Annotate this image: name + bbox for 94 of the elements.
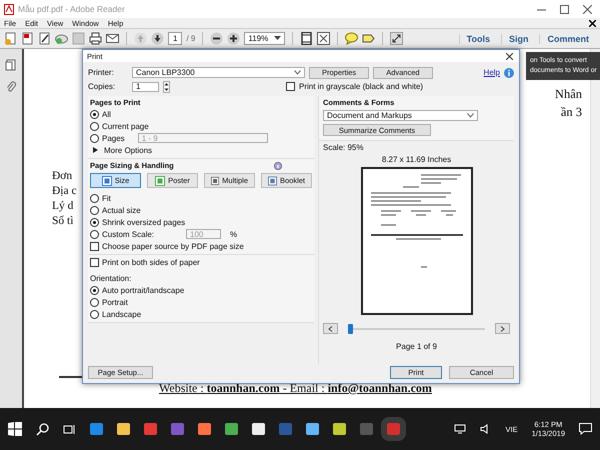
window-title: Mẫu pdf.pdf - Adobe Reader bbox=[18, 4, 125, 14]
edit-icon[interactable] bbox=[38, 32, 51, 45]
chevron-left-icon bbox=[328, 326, 333, 332]
radio-button[interactable] bbox=[90, 298, 99, 306]
close-icon[interactable] bbox=[583, 4, 592, 14]
toolbar-link[interactable]: Tools bbox=[458, 34, 497, 44]
checkbox[interactable] bbox=[90, 242, 99, 250]
network-icon[interactable] bbox=[454, 424, 466, 434]
scale-text: Scale: 95% bbox=[323, 143, 364, 152]
scrollbar[interactable] bbox=[590, 49, 600, 408]
document-text: ần 3 bbox=[560, 105, 582, 120]
page-number-field[interactable]: 1 bbox=[168, 32, 182, 45]
radio-button[interactable] bbox=[90, 206, 99, 214]
close-icon[interactable] bbox=[589, 20, 596, 26]
radio-label: Landscape bbox=[102, 310, 142, 318]
radio-label: Fit bbox=[102, 194, 111, 202]
task-view-icon[interactable] bbox=[63, 422, 76, 436]
radio-button[interactable] bbox=[90, 218, 99, 226]
pdf-icon bbox=[4, 4, 14, 14]
radio-label: Portrait bbox=[102, 298, 128, 306]
document-icon[interactable] bbox=[4, 32, 17, 45]
expand-icon[interactable] bbox=[390, 32, 404, 45]
radio-button[interactable] bbox=[90, 230, 99, 238]
checkbox-label: Print on both sides of paper bbox=[102, 258, 200, 266]
pages-icon[interactable] bbox=[5, 59, 17, 71]
close-icon[interactable] bbox=[506, 52, 513, 60]
document-text: Nhân bbox=[554, 87, 582, 102]
page-icon bbox=[155, 176, 166, 186]
comments-dropdown[interactable]: Document and Markups bbox=[323, 110, 478, 121]
spinner-icon[interactable] bbox=[163, 80, 170, 92]
full-screen-icon[interactable] bbox=[317, 32, 330, 45]
checkbox-label: Choose paper source by PDF page size bbox=[102, 242, 244, 250]
triangle-icon[interactable] bbox=[93, 147, 98, 153]
copies-label: Copies: bbox=[88, 82, 116, 91]
page-indicator: Page 1 of 9 bbox=[396, 342, 437, 351]
footer-text: Website : toannhan.com - Email : info@toannhan.com bbox=[159, 381, 432, 396]
caret-icon bbox=[274, 36, 282, 41]
caret-icon bbox=[294, 70, 301, 75]
zoom-in-icon[interactable] bbox=[227, 32, 240, 45]
radio-button[interactable] bbox=[90, 310, 99, 318]
radio-label: Shrink oversized pages bbox=[102, 218, 186, 226]
document-text: Địa c bbox=[52, 185, 77, 197]
slider-thumb[interactable] bbox=[348, 324, 353, 334]
print-icon[interactable] bbox=[89, 32, 102, 45]
radio-label: Pages bbox=[102, 134, 125, 142]
toolbar-link[interactable]: Sign bbox=[500, 34, 536, 44]
mail-icon[interactable] bbox=[106, 32, 119, 45]
fit-page-icon[interactable] bbox=[300, 32, 314, 45]
radio-button[interactable] bbox=[90, 122, 99, 130]
radio-label: Actual size bbox=[102, 206, 141, 214]
radio-label: All bbox=[102, 110, 111, 118]
page-icon bbox=[268, 176, 277, 186]
zoom-out-icon[interactable] bbox=[210, 32, 224, 45]
search-icon[interactable] bbox=[36, 422, 49, 436]
info-icon[interactable] bbox=[274, 162, 282, 170]
speech-bubble-icon[interactable] bbox=[345, 32, 358, 45]
checkbox[interactable] bbox=[90, 258, 99, 266]
radio-label: Custom Scale: bbox=[102, 230, 154, 238]
page-icon bbox=[211, 176, 220, 186]
checkbox[interactable] bbox=[286, 82, 295, 91]
zoom-dropdown[interactable]: 119% bbox=[244, 32, 286, 45]
radio-button[interactable] bbox=[90, 286, 99, 294]
radio-label: Current page bbox=[102, 122, 149, 130]
tag-icon[interactable] bbox=[362, 32, 376, 45]
checkbox-label: Print in grayscale (black and white) bbox=[299, 82, 424, 91]
document-icon[interactable] bbox=[21, 32, 34, 45]
info-icon[interactable] bbox=[504, 68, 514, 78]
radio-button[interactable] bbox=[90, 134, 99, 142]
page-icon bbox=[102, 176, 112, 186]
previous-page-button[interactable] bbox=[323, 323, 338, 334]
radio-button[interactable] bbox=[90, 194, 99, 202]
paperclip-icon[interactable] bbox=[5, 81, 17, 93]
maximize-icon[interactable] bbox=[560, 4, 569, 14]
document-text: Đơn bbox=[52, 170, 72, 182]
orientation-label: Orientation: bbox=[90, 274, 132, 283]
radio-button[interactable] bbox=[90, 110, 99, 118]
chevron-right-icon bbox=[500, 326, 505, 332]
document-text: Lý d bbox=[52, 200, 74, 212]
windows-logo-icon[interactable] bbox=[8, 422, 22, 436]
page-total: / 9 bbox=[186, 34, 196, 43]
printer-label: Printer: bbox=[88, 68, 115, 77]
next-page-button[interactable] bbox=[495, 323, 510, 334]
more-options-toggle[interactable]: More Options bbox=[104, 146, 152, 154]
caret-icon bbox=[467, 113, 474, 118]
unit-label: % bbox=[230, 230, 238, 238]
document-text: Số tì bbox=[52, 215, 74, 227]
notification-icon[interactable] bbox=[579, 423, 592, 435]
printer-dropdown[interactable]: Canon LBP3300 bbox=[132, 67, 305, 78]
toolbar-link[interactable]: Comment bbox=[539, 34, 596, 44]
help-link[interactable]: Help bbox=[484, 68, 500, 77]
radio-label: Auto portrait/landscape bbox=[102, 286, 184, 294]
arrow-down-icon[interactable] bbox=[151, 32, 164, 45]
copies-field[interactable]: 1 bbox=[132, 82, 159, 92]
paper-size-text: 8.27 x 11.69 Inches bbox=[382, 155, 452, 164]
